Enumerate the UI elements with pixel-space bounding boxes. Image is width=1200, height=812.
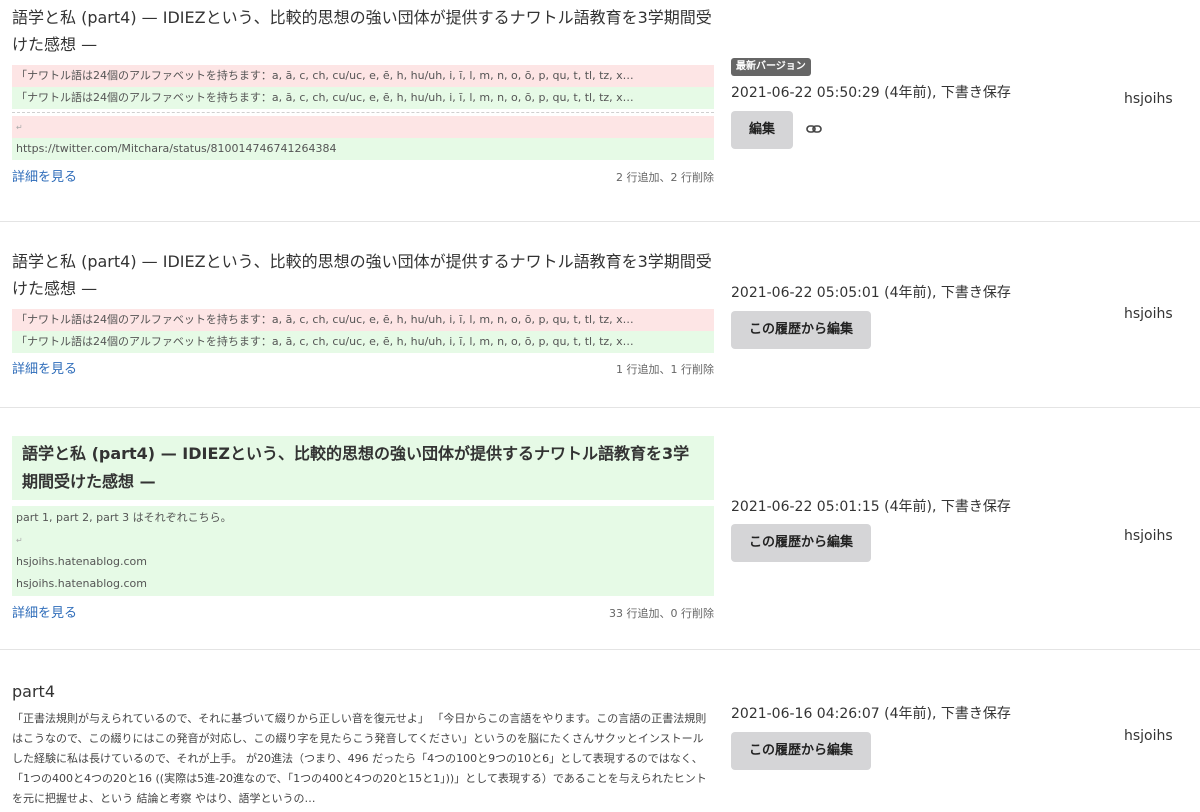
edit-button[interactable]: 編集 <box>731 111 794 149</box>
revision-entry: 語学と私 (part4) — IDIEZという、比較的思想の強い団体が提供するナ… <box>0 0 1200 222</box>
diff-added-line: part 1, part 2, part 3 はそれぞれこちら。 <box>16 511 232 524</box>
revision-title: 語学と私 (part4) — IDIEZという、比較的思想の強い団体が提供するナ… <box>12 8 712 54</box>
diff-stats: 1 行追加、1 行削除 <box>616 363 714 376</box>
diff-added-line: 「ナワトル語は24個のアルファベットを持ちます：a, ā, c, ch, cu/… <box>12 331 714 353</box>
diff-added-line: https://twitter.com/Mitchara/status/8100… <box>12 138 714 160</box>
latest-version-badge: 最新バージョン <box>731 58 811 76</box>
view-details-link[interactable]: 詳細を見る <box>12 168 77 188</box>
diff-added-line: hsjoihs.hatenablog.com <box>16 577 147 590</box>
edit-from-revision-button[interactable]: この履歴から編集 <box>731 524 872 562</box>
diff-deleted-line: ↵ <box>12 116 714 138</box>
added-title-block: 語学と私 (part4) — IDIEZという、比較的思想の強い団体が提供するナ… <box>12 436 714 500</box>
revision-timestamp: 2021-06-22 05:01:15 (4年前), 下書き保存 <box>731 499 1011 515</box>
revision-author: hsjoihs <box>1124 91 1173 107</box>
diff-stats: 33 行追加、0 行削除 <box>609 607 714 620</box>
edit-from-revision-button[interactable]: この履歴から編集 <box>731 732 872 770</box>
revision-timestamp: 2021-06-22 05:50:29 (4年前), 下書き保存 <box>731 85 1011 101</box>
view-details-link[interactable]: 詳細を見る <box>12 360 77 380</box>
diff-deleted-line: 「ナワトル語は24個のアルファベットを持ちます：a, ā, c, ch, cu/… <box>12 65 714 87</box>
edit-from-revision-button[interactable]: この履歴から編集 <box>731 311 872 349</box>
diff-added-line: hsjoihs.hatenablog.com <box>16 555 147 568</box>
revision-author: hsjoihs <box>1124 306 1173 322</box>
revision-entry: part4 「正書法規則が与えられているので、それに基づいて綴りから正しい音を復… <box>0 650 1200 812</box>
diff-stats: 2 行追加、2 行削除 <box>616 171 714 184</box>
diff-separator <box>12 112 714 113</box>
revision-timestamp: 2021-06-22 05:05:01 (4年前), 下書き保存 <box>731 285 1011 301</box>
diff-deleted-line: 「ナワトル語は24個のアルファベットを持ちます：a, ā, c, ch, cu/… <box>12 309 714 331</box>
revision-timestamp: 2021-06-16 04:26:07 (4年前), 下書き保存 <box>731 706 1011 722</box>
revision-author: hsjoihs <box>1124 728 1173 744</box>
revision-title: part4 <box>12 682 55 701</box>
revision-author: hsjoihs <box>1124 528 1173 544</box>
revision-entry: 語学と私 (part4) — IDIEZという、比較的思想の強い団体が提供するナ… <box>0 222 1200 408</box>
revision-title: 語学と私 (part4) — IDIEZという、比較的思想の強い団体が提供するナ… <box>12 252 712 298</box>
diff-added-line: ↵ <box>16 536 23 545</box>
revision-title: 語学と私 (part4) — IDIEZという、比較的思想の強い団体が提供するナ… <box>22 444 690 491</box>
revision-excerpt: 「正書法規則が与えられているので、それに基づいて綴りから正しい音を復元せよ」 「… <box>12 712 707 805</box>
link-icon[interactable] <box>806 119 822 138</box>
diff-added-line: 「ナワトル語は24個のアルファベットを持ちます：a, ā, c, ch, cu/… <box>12 87 714 109</box>
revision-entry: 語学と私 (part4) — IDIEZという、比較的思想の強い団体が提供するナ… <box>0 408 1200 650</box>
view-details-link[interactable]: 詳細を見る <box>12 604 77 624</box>
